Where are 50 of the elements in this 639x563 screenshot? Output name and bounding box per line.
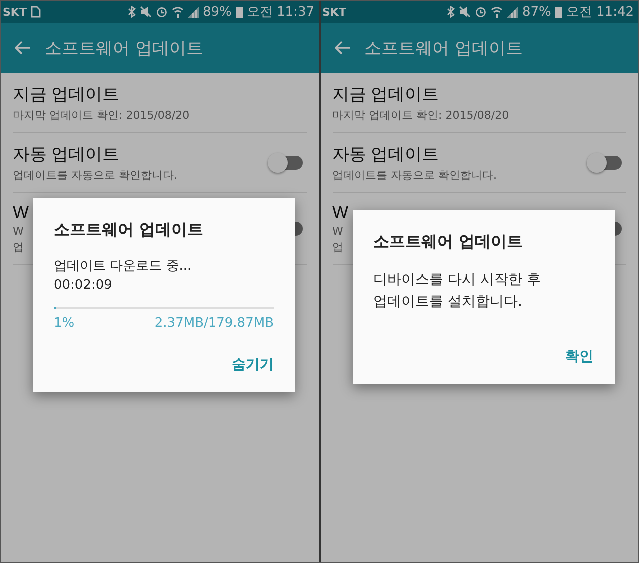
- wifi-icon: [172, 6, 184, 18]
- size-label: 2.37MB/179.87MB: [154, 316, 274, 331]
- screen-title: 소프트웨어 업데이트: [364, 38, 523, 60]
- dialog-message: 업데이트 다운로드 중...: [54, 258, 193, 276]
- item-title: 자동 업데이트: [13, 144, 120, 166]
- back-arrow-icon[interactable]: [15, 41, 31, 55]
- screen-title: 소프트웨어 업데이트: [45, 38, 204, 60]
- bluetooth-icon: [128, 6, 136, 18]
- percent-label: 1%: [54, 316, 75, 331]
- carrier-label: SKT: [3, 6, 27, 18]
- item-subtitle: W: [13, 225, 24, 238]
- dialog-message: 업데이트를 설치합니다.: [374, 293, 524, 312]
- alarm-icon: [156, 6, 168, 18]
- item-title: W: [332, 203, 349, 223]
- settings-item[interactable]: 지금 업데이트 마지막 업데이트 확인: 2015/08/20: [332, 73, 626, 133]
- item-title: 지금 업데이트: [332, 84, 440, 106]
- item-subtitle: W: [332, 225, 344, 238]
- item-subtitle: 업데이트를 자동으로 확인합니다.: [13, 168, 178, 183]
- settings-item[interactable]: 자동 업데이트 업데이트를 자동으로 확인합니다.: [332, 133, 626, 193]
- dialog-button[interactable]: 확인: [566, 348, 594, 366]
- mute-icon: [459, 6, 472, 18]
- battery-icon: [236, 6, 243, 18]
- item-subtitle: 업: [332, 240, 344, 255]
- dialog-title: 소프트웨어 업데이트: [374, 232, 524, 253]
- settings-item[interactable]: 지금 업데이트 마지막 업데이트 확인: 2015/08/20: [13, 73, 306, 133]
- toggle-switch[interactable]: [270, 156, 302, 170]
- battery-percent: 89%: [202, 4, 232, 20]
- bluetooth-icon: [447, 6, 456, 18]
- item-subtitle: 마지막 업데이트 확인: 2015/08/20: [332, 108, 510, 123]
- dialog-button[interactable]: 숨기기: [232, 356, 274, 374]
- item-subtitle: 마지막 업데이트 확인: 2015/08/20: [13, 108, 190, 123]
- dialog-title: 소프트웨어 업데이트: [54, 220, 205, 241]
- item-title: 자동 업데이트: [332, 144, 440, 166]
- battery-percent: 87%: [522, 4, 552, 20]
- mute-icon: [140, 6, 152, 18]
- battery-icon: [555, 6, 562, 18]
- carrier-label: SKT: [322, 6, 346, 18]
- wifi-icon: [491, 6, 504, 18]
- item-subtitle: 업: [13, 240, 24, 255]
- elapsed-time: 00:02:09: [54, 277, 114, 295]
- item-subtitle: 업데이트를 자동으로 확인합니다.: [332, 168, 497, 183]
- settings-item[interactable]: 자동 업데이트 업데이트를 자동으로 확인합니다.: [13, 133, 306, 193]
- clock-time: 오전 11:37: [246, 4, 314, 21]
- item-title: 지금 업데이트: [13, 84, 120, 106]
- clock-time: 오전 11:42: [566, 4, 634, 21]
- item-title: W: [13, 203, 30, 223]
- alarm-icon: [475, 6, 488, 18]
- toggle-switch[interactable]: [590, 156, 622, 170]
- back-arrow-icon[interactable]: [334, 41, 350, 55]
- dialog-message: 디바이스를 다시 시작한 후: [374, 271, 542, 290]
